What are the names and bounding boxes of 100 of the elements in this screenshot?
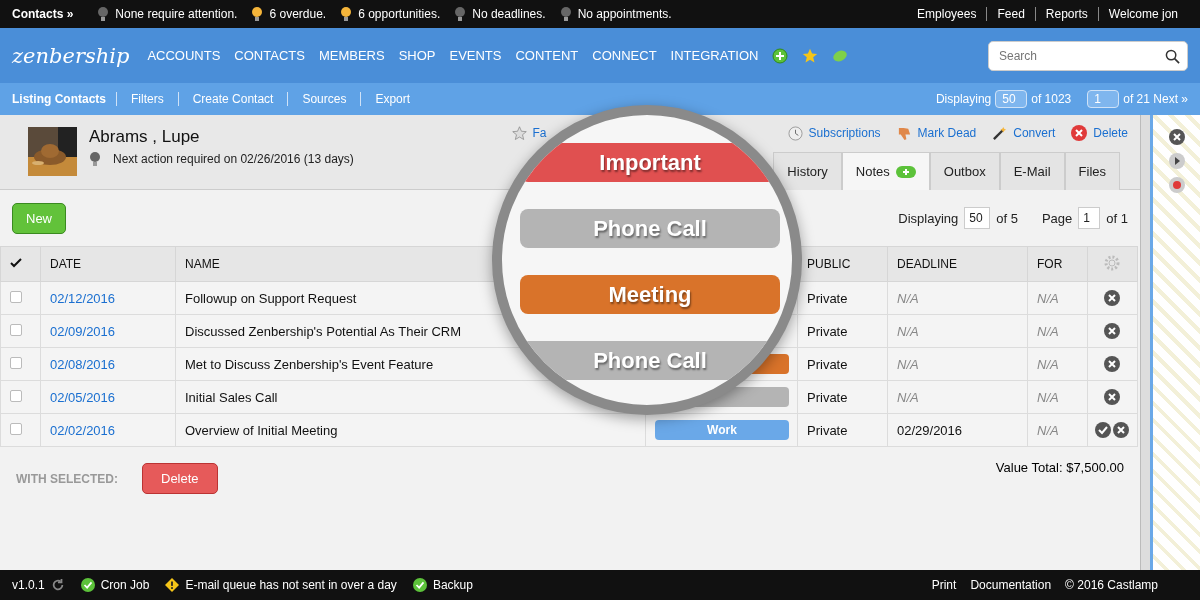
table-cell: 02/29/2016 [887, 413, 1028, 447]
top-link[interactable]: Employees [907, 7, 987, 21]
page-field[interactable]: 1 [1087, 90, 1120, 108]
table-cell: N/A [887, 281, 1028, 315]
column-header: FOR [1027, 246, 1088, 282]
table-cell: Private [797, 347, 888, 381]
delete-icon [1071, 125, 1088, 141]
row-checkbox[interactable] [10, 290, 22, 303]
logo[interactable]: zenbership [12, 43, 130, 68]
row-checkbox[interactable] [10, 356, 22, 369]
search-field[interactable]: Search [988, 40, 1188, 71]
top-link[interactable]: Welcome jon [1097, 7, 1188, 21]
per-page-field[interactable]: 50 [964, 207, 991, 229]
action-link[interactable]: Fa [511, 125, 547, 141]
delete-button[interactable]: Delete [142, 463, 218, 494]
page-field[interactable]: 1 [1078, 207, 1101, 229]
lightbulb-icon [97, 6, 110, 22]
status-text: Backup [432, 578, 473, 592]
pages-label[interactable]: of 21 Next » [1123, 92, 1188, 106]
remove-icon[interactable] [1104, 290, 1120, 307]
add-icon[interactable] [772, 47, 789, 64]
checkmark-icon [412, 578, 427, 592]
footer-link[interactable]: Print [931, 578, 957, 592]
notice-text: 6 opportunities. [358, 7, 441, 21]
column-header: DEADLINE [887, 246, 1028, 282]
type-tag: Phone Call [520, 209, 780, 248]
notice-text: None require attention. [115, 7, 238, 21]
lightbulb-icon [454, 6, 467, 22]
action-link[interactable]: Delete [1071, 125, 1128, 141]
status-text: Cron Job [100, 578, 150, 592]
record-icon[interactable] [1168, 177, 1185, 193]
tab[interactable]: E-Mail [999, 152, 1065, 190]
remove-icon[interactable] [1168, 129, 1185, 145]
status-text: E-mail queue has not sent in over a day [185, 578, 397, 592]
add-icon[interactable] [895, 165, 916, 178]
remove-icon[interactable] [1113, 422, 1129, 439]
footer-link[interactable]: © 2016 Castlamp [1065, 578, 1158, 592]
checkmark-icon[interactable] [10, 258, 22, 268]
row-checkbox[interactable] [10, 323, 22, 336]
footer-link[interactable]: Documentation [970, 578, 1052, 592]
type-tag: Meeting [520, 275, 780, 314]
star-icon[interactable] [802, 47, 819, 64]
clock-icon [787, 125, 803, 141]
checkmark-icon[interactable] [1095, 422, 1111, 439]
nav-item[interactable]: EVENTS [449, 48, 502, 63]
row-checkbox[interactable] [10, 389, 22, 402]
table-cell: N/A [887, 380, 1028, 414]
tab[interactable]: Outbox [929, 152, 1000, 190]
nav-item[interactable]: SHOP [398, 48, 436, 63]
table-cell: Overview of Initial Meeting [175, 413, 646, 447]
toolbar-link[interactable]: Create Contact [177, 92, 288, 106]
nav-item[interactable]: MEMBERS [318, 48, 385, 63]
nav-item[interactable]: CONTENT [515, 48, 579, 63]
table-cell: Private [797, 413, 888, 447]
top-link[interactable]: Reports [1034, 7, 1098, 21]
tab[interactable]: History [773, 152, 842, 190]
nav-item[interactable]: CONNECT [592, 48, 657, 63]
action-link[interactable]: Convert [992, 125, 1056, 141]
nav-item[interactable]: ACCOUNTS [147, 48, 221, 63]
remove-icon[interactable] [1104, 323, 1120, 340]
table-cell: N/A [1027, 413, 1088, 447]
play-icon[interactable] [1168, 153, 1185, 169]
notice-text: 6 overdue. [269, 7, 327, 21]
action-link[interactable]: Mark Dead [896, 125, 977, 141]
scrollbar[interactable] [1140, 115, 1150, 570]
toolbar-link[interactable]: Export [360, 92, 425, 106]
column-header: DATE [40, 246, 176, 282]
tab[interactable]: Notes [841, 152, 930, 190]
action-link[interactable]: Subscriptions [787, 125, 881, 141]
page-title: Listing Contacts [12, 92, 107, 106]
refresh-icon[interactable] [50, 578, 65, 592]
displaying-label: Displaying [935, 92, 992, 106]
per-page-field[interactable]: 50 [995, 90, 1028, 108]
toolbar-link[interactable]: Sources [287, 92, 361, 106]
remove-icon[interactable] [1104, 389, 1120, 406]
page-label: Page [1041, 210, 1073, 226]
tab[interactable]: Files [1064, 152, 1120, 190]
checkmark-icon [80, 578, 95, 592]
table-cell: Private [797, 314, 888, 348]
pages-label: of 1 [1106, 210, 1128, 226]
nav-item[interactable]: INTEGRATION [670, 48, 759, 63]
top-link[interactable]: Feed [986, 7, 1035, 21]
table-cell: N/A [1027, 314, 1088, 348]
new-button[interactable]: New [12, 202, 66, 234]
row-checkbox[interactable] [10, 422, 22, 435]
table-cell: N/A [887, 347, 1028, 381]
table-cell: Private [797, 380, 888, 414]
total-label: of 1023 [1031, 92, 1072, 106]
notice-text: No deadlines. [472, 7, 546, 21]
lightbulb-icon [89, 151, 101, 167]
warning-icon [165, 578, 180, 592]
lightbulb-icon [559, 6, 572, 22]
remove-icon[interactable] [1104, 356, 1120, 373]
contact-name: Abrams , Lupe [89, 127, 201, 147]
search-icon[interactable] [1165, 48, 1180, 64]
star-icon [511, 125, 527, 141]
toolbar-link[interactable]: Filters [116, 92, 178, 106]
nav-item[interactable]: CONTACTS [234, 48, 305, 63]
table-cell: N/A [1027, 347, 1088, 381]
type-tag: Work [655, 420, 789, 440]
